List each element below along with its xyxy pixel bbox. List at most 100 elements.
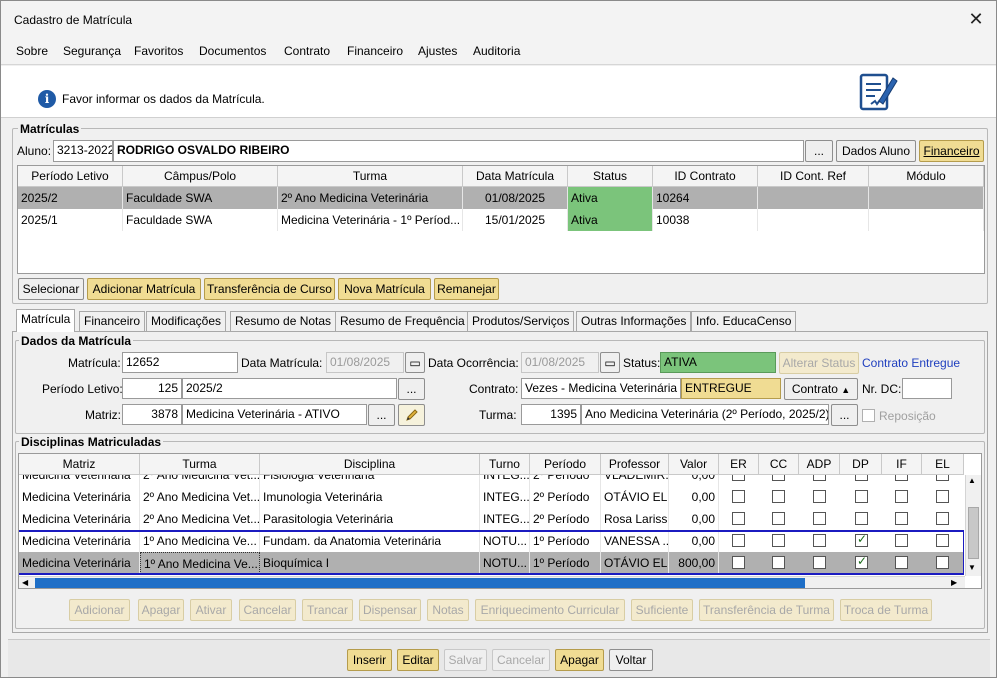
cc-checkbox[interactable] [772, 475, 785, 481]
matriz-field[interactable]: Medicina Veterinária - ATIVO [182, 404, 367, 425]
scrollbar-thumb[interactable] [968, 507, 979, 559]
data-ocorrencia-field[interactable]: 01/08/2025 [521, 352, 599, 373]
disciplinas-header[interactable]: Professor [601, 454, 669, 475]
disciplinas-header[interactable]: DP [840, 454, 882, 475]
disciplinas-header[interactable]: CC [759, 454, 799, 475]
tab-resumo-notas[interactable]: Resumo de Notas [230, 311, 337, 331]
data-matricula-field[interactable]: 01/08/2025 [326, 352, 404, 373]
matriculas-header[interactable]: Câmpus/Polo [123, 166, 278, 187]
scroll-left-icon[interactable]: ◀ [22, 578, 28, 587]
dp-checkbox[interactable] [855, 475, 868, 481]
horizontal-scrollbar[interactable]: ◀ ▶ [19, 576, 965, 588]
adp-checkbox[interactable] [813, 512, 826, 525]
alterar-status-button[interactable]: Alterar Status [779, 352, 859, 374]
cancelar-button[interactable]: Cancelar [492, 649, 550, 671]
matriculas-header[interactable]: ID Cont. Ref [758, 166, 869, 187]
matriculas-header[interactable]: Período Letivo [18, 166, 123, 187]
menu-favoritos[interactable]: Favoritos [134, 44, 183, 58]
ativar-button[interactable]: Ativar [190, 599, 232, 621]
matriculas-header[interactable]: Turma [278, 166, 463, 187]
salvar-button[interactable]: Salvar [444, 649, 487, 671]
tab-produtos-servicos[interactable]: Produtos/Serviços [467, 311, 575, 331]
aluno-browse-button[interactable]: ... [805, 140, 833, 162]
voltar-button[interactable]: Voltar [609, 649, 653, 671]
menu-ajustes[interactable]: Ajustes [418, 44, 457, 58]
remanejar-button[interactable]: Remanejar [434, 278, 499, 300]
adp-checkbox[interactable] [813, 475, 826, 481]
el-checkbox[interactable] [936, 490, 949, 503]
cc-checkbox[interactable] [772, 490, 785, 503]
cc-checkbox[interactable] [772, 512, 785, 525]
table-row[interactable]: Medicina Veterinária 2º Ano Medicina Vet… [19, 508, 964, 530]
disciplinas-header[interactable]: IF [882, 454, 922, 475]
matriz-code-field[interactable]: 3878 [122, 404, 182, 425]
dp-checkbox[interactable] [855, 490, 868, 503]
disciplinas-header[interactable]: Matriz [19, 454, 140, 475]
menu-contrato[interactable]: Contrato [284, 44, 330, 58]
reposicao-checkbox[interactable] [862, 409, 875, 422]
er-checkbox[interactable] [732, 512, 745, 525]
tab-financeiro[interactable]: Financeiro [79, 311, 146, 331]
table-row[interactable]: 2025/1 Faculdade SWA Medicina Veterinári… [18, 209, 984, 231]
tab-resumo-frequencia[interactable]: Resumo de Frequência [335, 311, 470, 331]
disciplinas-header[interactable]: Valor [669, 454, 719, 475]
inserir-button[interactable]: Inserir [347, 649, 392, 671]
trancar-button[interactable]: Trancar [302, 599, 353, 621]
troca-turma-button[interactable]: Troca de Turma [840, 599, 932, 621]
dispensar-button[interactable]: Dispensar [359, 599, 421, 621]
turma-field[interactable]: Ano Medicina Veterinária (2º Período, 20… [581, 404, 829, 425]
disciplinas-header[interactable]: Período [530, 454, 601, 475]
disciplinas-header[interactable]: Turno [480, 454, 530, 475]
adp-checkbox[interactable] [813, 490, 826, 503]
menu-documentos[interactable]: Documentos [199, 44, 266, 58]
menu-sobre[interactable]: Sobre [16, 44, 48, 58]
disciplinas-header[interactable]: ER [719, 454, 759, 475]
disciplinas-header[interactable]: Turma [140, 454, 260, 475]
adicionar-disciplina-button[interactable]: Adicionar [69, 599, 130, 621]
periodo-field[interactable]: 2025/2 [182, 378, 397, 399]
suficiente-button[interactable]: Suficiente [631, 599, 693, 621]
table-row[interactable]: Medicina Veterinária 2º Ano Medicina Vet… [19, 486, 964, 508]
matriculas-header[interactable]: ID Contrato [653, 166, 758, 187]
disciplinas-header[interactable]: ADP [799, 454, 840, 475]
er-checkbox[interactable] [732, 475, 745, 481]
aluno-code-field[interactable]: 3213-2022 [53, 140, 113, 162]
apagar-button[interactable]: Apagar [555, 649, 604, 671]
enriquecimento-curricular-button[interactable]: Enriquecimento Curricular [475, 599, 625, 621]
transferencia-turma-button[interactable]: Transferência de Turma [699, 599, 834, 621]
calendar-icon[interactable]: ▭ [600, 352, 620, 373]
selecionar-button[interactable]: Selecionar [18, 278, 84, 300]
turma-browse-button[interactable]: ... [831, 404, 858, 426]
scroll-right-icon[interactable]: ▶ [951, 578, 957, 587]
er-checkbox[interactable] [732, 490, 745, 503]
turma-code-field[interactable]: 1395 [521, 404, 581, 425]
tab-modificacoes[interactable]: Modificações [146, 311, 227, 331]
matriculas-header[interactable]: Data Matrícula [463, 166, 568, 187]
contrato-dropdown-button[interactable]: Contrato ▲ [784, 378, 858, 400]
table-row[interactable]: Medicina Veterinária 2º Ano Medicina Vet… [19, 475, 964, 486]
editar-button[interactable]: Editar [397, 649, 439, 671]
vertical-scrollbar[interactable]: ▲ ▼ [965, 475, 981, 576]
pencil-icon[interactable] [398, 404, 425, 426]
if-checkbox[interactable] [895, 490, 908, 503]
matriculas-header[interactable]: Status [568, 166, 653, 187]
el-checkbox[interactable] [936, 475, 949, 481]
contrato-field[interactable]: Vezes - Medicina Veterinária [521, 378, 681, 399]
disciplinas-header[interactable]: EL [922, 454, 964, 475]
contrato-entregue-link[interactable]: Contrato Entregue [862, 356, 960, 370]
dp-checkbox[interactable] [855, 512, 868, 525]
periodo-code-field[interactable]: 125 [122, 378, 182, 399]
nova-matricula-button[interactable]: Nova Matrícula [338, 278, 431, 300]
dados-aluno-button[interactable]: Dados Aluno [836, 140, 916, 162]
horizontal-scrollbar-thumb[interactable] [35, 578, 805, 588]
menu-financeiro[interactable]: Financeiro [347, 44, 403, 58]
scroll-down-icon[interactable]: ▼ [968, 563, 976, 572]
table-row[interactable]: 2025/2 Faculdade SWA 2º Ano Medicina Vet… [18, 187, 984, 209]
el-checkbox[interactable] [936, 512, 949, 525]
aluno-name-field[interactable]: RODRIGO OSVALDO RIBEIRO [113, 140, 804, 162]
transferencia-curso-button[interactable]: Transferência de Curso [204, 278, 335, 300]
nr-dc-field[interactable] [902, 378, 952, 399]
apagar-disciplina-button[interactable]: Apagar [138, 599, 184, 621]
notas-button[interactable]: Notas [427, 599, 469, 621]
adicionar-matricula-button[interactable]: Adicionar Matrícula [87, 278, 201, 300]
